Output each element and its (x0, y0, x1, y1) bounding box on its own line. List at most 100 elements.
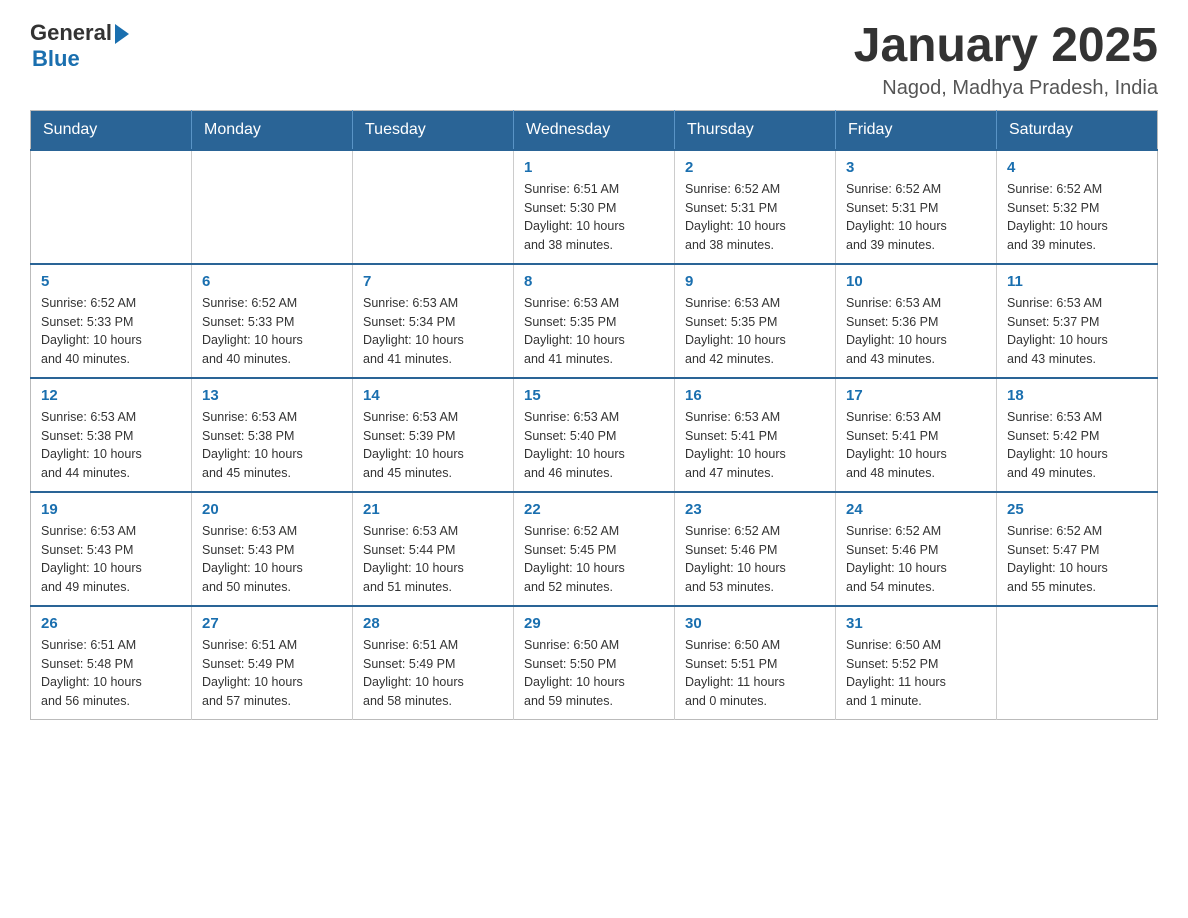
logo: General Blue (30, 20, 129, 72)
day-info: Sunrise: 6:53 AM Sunset: 5:38 PM Dayligh… (41, 408, 181, 483)
day-number: 6 (202, 273, 342, 290)
day-cell-23: 23Sunrise: 6:52 AM Sunset: 5:46 PM Dayli… (675, 492, 836, 606)
day-header-sunday: Sunday (31, 110, 192, 150)
day-info: Sunrise: 6:51 AM Sunset: 5:49 PM Dayligh… (363, 636, 503, 711)
day-cell-25: 25 Sunrise: 6:52 AM Sunset: 5:47 PM Dayli… (997, 492, 1158, 606)
logo-line1: General (30, 20, 129, 46)
day-number: 29 (524, 615, 664, 632)
day-info: Sunrise: 6:53 AM Sunset: 5:39 PM Dayligh… (363, 408, 503, 483)
day-info: Sunrise: 6:53 AM Sunset: 5:42 PM Dayligh… (1007, 408, 1147, 483)
logo-blue-text: Blue (32, 46, 80, 72)
day-info: Sunrise: 6:53 AM Sunset: 5:43 PM Dayligh… (202, 522, 342, 597)
day-cell-27: 27 Sunrise: 6:51 AM Sunset: 5:49 PM Dayli… (192, 606, 353, 720)
day-info: Sunrise: 6:52 AM Sunset: 5:32 PM Dayligh… (1007, 180, 1147, 255)
day-number: 16 (685, 387, 825, 404)
day-header-saturday: Saturday (997, 110, 1158, 150)
empty-cell (192, 150, 353, 264)
day-info: Sunrise: 6:53 AM Sunset: 5:35 PM Dayligh… (524, 294, 664, 369)
day-cell-13: 13 Sunrise: 6:53 AM Sunset: 5:38 PM Dayli… (192, 378, 353, 492)
day-number: 13 (202, 387, 342, 404)
day-cell-2: 2Sunrise: 6:52 AM Sunset: 5:31 PM Daylig… (675, 150, 836, 264)
day-info: Sunrise: 6:53 AM Sunset: 5:43 PM Dayligh… (41, 522, 181, 597)
day-cell-21: 21 Sunrise: 6:53 AM Sunset: 5:44 PM Dayli… (353, 492, 514, 606)
day-number: 4 (1007, 159, 1147, 176)
location-title: Nagod, Madhya Pradesh, India (854, 77, 1158, 100)
day-info: Sunrise: 6:50 AM Sunset: 5:52 PM Dayligh… (846, 636, 986, 711)
day-number: 5 (41, 273, 181, 290)
day-cell-5: 5 Sunrise: 6:52 AM Sunset: 5:33 PM Daylig… (31, 264, 192, 378)
day-header-tuesday: Tuesday (353, 110, 514, 150)
day-number: 12 (41, 387, 181, 404)
day-cell-9: 9 Sunrise: 6:53 AM Sunset: 5:35 PM Daylig… (675, 264, 836, 378)
day-info: Sunrise: 6:51 AM Sunset: 5:49 PM Dayligh… (202, 636, 342, 711)
week-row-5: 26 Sunrise: 6:51 AM Sunset: 5:48 PM Dayli… (31, 606, 1158, 720)
day-info: Sunrise: 6:52 AM Sunset: 5:46 PM Dayligh… (685, 522, 825, 597)
day-number: 11 (1007, 273, 1147, 290)
week-row-2: 5 Sunrise: 6:52 AM Sunset: 5:33 PM Daylig… (31, 264, 1158, 378)
week-row-1: 1Sunrise: 6:51 AM Sunset: 5:30 PM Daylig… (31, 150, 1158, 264)
day-number: 3 (846, 159, 986, 176)
day-header-friday: Friday (836, 110, 997, 150)
day-info: Sunrise: 6:53 AM Sunset: 5:41 PM Dayligh… (846, 408, 986, 483)
day-info: Sunrise: 6:52 AM Sunset: 5:31 PM Dayligh… (685, 180, 825, 255)
day-info: Sunrise: 6:53 AM Sunset: 5:40 PM Dayligh… (524, 408, 664, 483)
day-info: Sunrise: 6:51 AM Sunset: 5:48 PM Dayligh… (41, 636, 181, 711)
calendar-body: 1Sunrise: 6:51 AM Sunset: 5:30 PM Daylig… (31, 150, 1158, 720)
day-number: 26 (41, 615, 181, 632)
day-info: Sunrise: 6:53 AM Sunset: 5:36 PM Dayligh… (846, 294, 986, 369)
title-block: January 2025 Nagod, Madhya Pradesh, Indi… (854, 20, 1158, 100)
day-info: Sunrise: 6:53 AM Sunset: 5:38 PM Dayligh… (202, 408, 342, 483)
week-row-4: 19 Sunrise: 6:53 AM Sunset: 5:43 PM Dayli… (31, 492, 1158, 606)
day-number: 19 (41, 501, 181, 518)
day-info: Sunrise: 6:53 AM Sunset: 5:44 PM Dayligh… (363, 522, 503, 597)
day-number: 14 (363, 387, 503, 404)
day-number: 25 (1007, 501, 1147, 518)
day-info: Sunrise: 6:53 AM Sunset: 5:35 PM Dayligh… (685, 294, 825, 369)
day-info: Sunrise: 6:53 AM Sunset: 5:41 PM Dayligh… (685, 408, 825, 483)
day-info: Sunrise: 6:52 AM Sunset: 5:31 PM Dayligh… (846, 180, 986, 255)
day-info: Sunrise: 6:52 AM Sunset: 5:46 PM Dayligh… (846, 522, 986, 597)
day-number: 15 (524, 387, 664, 404)
day-info: Sunrise: 6:52 AM Sunset: 5:33 PM Dayligh… (41, 294, 181, 369)
day-number: 31 (846, 615, 986, 632)
day-number: 22 (524, 501, 664, 518)
day-cell-12: 12 Sunrise: 6:53 AM Sunset: 5:38 PM Dayli… (31, 378, 192, 492)
day-cell-6: 6 Sunrise: 6:52 AM Sunset: 5:33 PM Daylig… (192, 264, 353, 378)
day-cell-19: 19 Sunrise: 6:53 AM Sunset: 5:43 PM Dayli… (31, 492, 192, 606)
day-cell-24: 24Sunrise: 6:52 AM Sunset: 5:46 PM Dayli… (836, 492, 997, 606)
calendar-header: SundayMondayTuesdayWednesdayThursdayFrid… (31, 110, 1158, 150)
day-cell-26: 26 Sunrise: 6:51 AM Sunset: 5:48 PM Dayli… (31, 606, 192, 720)
day-cell-7: 7 Sunrise: 6:53 AM Sunset: 5:34 PM Daylig… (353, 264, 514, 378)
day-cell-18: 18Sunrise: 6:53 AM Sunset: 5:42 PM Dayli… (997, 378, 1158, 492)
day-cell-14: 14 Sunrise: 6:53 AM Sunset: 5:39 PM Dayli… (353, 378, 514, 492)
month-title: January 2025 (854, 20, 1158, 73)
day-cell-28: 28 Sunrise: 6:51 AM Sunset: 5:49 PM Dayli… (353, 606, 514, 720)
day-number: 27 (202, 615, 342, 632)
day-cell-20: 20Sunrise: 6:53 AM Sunset: 5:43 PM Dayli… (192, 492, 353, 606)
day-info: Sunrise: 6:53 AM Sunset: 5:34 PM Dayligh… (363, 294, 503, 369)
empty-cell (31, 150, 192, 264)
day-number: 21 (363, 501, 503, 518)
day-header-row: SundayMondayTuesdayWednesdayThursdayFrid… (31, 110, 1158, 150)
day-number: 30 (685, 615, 825, 632)
day-info: Sunrise: 6:52 AM Sunset: 5:33 PM Dayligh… (202, 294, 342, 369)
day-cell-31: 31 Sunrise: 6:50 AM Sunset: 5:52 PM Dayli… (836, 606, 997, 720)
day-info: Sunrise: 6:50 AM Sunset: 5:50 PM Dayligh… (524, 636, 664, 711)
day-number: 10 (846, 273, 986, 290)
day-number: 9 (685, 273, 825, 290)
day-info: Sunrise: 6:52 AM Sunset: 5:45 PM Dayligh… (524, 522, 664, 597)
day-number: 17 (846, 387, 986, 404)
day-cell-22: 22 Sunrise: 6:52 AM Sunset: 5:45 PM Dayli… (514, 492, 675, 606)
day-info: Sunrise: 6:53 AM Sunset: 5:37 PM Dayligh… (1007, 294, 1147, 369)
day-cell-3: 3 Sunrise: 6:52 AM Sunset: 5:31 PM Daylig… (836, 150, 997, 264)
calendar-table: SundayMondayTuesdayWednesdayThursdayFrid… (30, 110, 1158, 720)
day-cell-30: 30Sunrise: 6:50 AM Sunset: 5:51 PM Dayli… (675, 606, 836, 720)
empty-cell (353, 150, 514, 264)
day-cell-11: 11 Sunrise: 6:53 AM Sunset: 5:37 PM Dayli… (997, 264, 1158, 378)
day-info: Sunrise: 6:51 AM Sunset: 5:30 PM Dayligh… (524, 180, 664, 255)
day-cell-16: 16 Sunrise: 6:53 AM Sunset: 5:41 PM Dayli… (675, 378, 836, 492)
day-number: 7 (363, 273, 503, 290)
logo-arrow-icon (115, 24, 129, 44)
day-info: Sunrise: 6:52 AM Sunset: 5:47 PM Dayligh… (1007, 522, 1147, 597)
day-number: 28 (363, 615, 503, 632)
